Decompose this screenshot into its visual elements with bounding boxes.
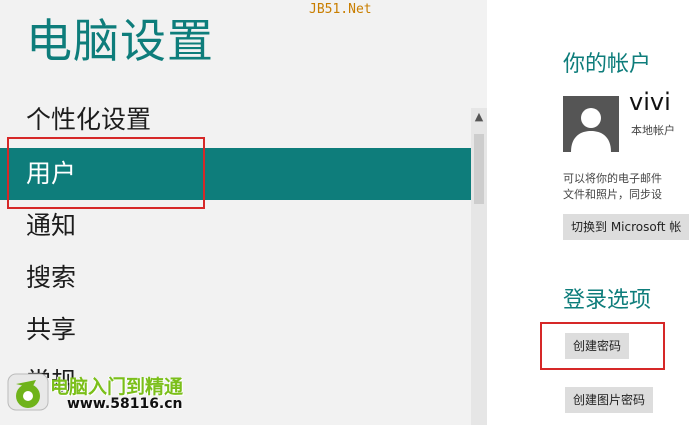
account-type-label: 本地帐户 <box>631 124 675 137</box>
switch-microsoft-account-button[interactable]: 切换到 Microsoft 帐 <box>563 214 690 240</box>
highlight-box-create-password <box>540 322 665 370</box>
watermark-site-title: 电脑入门到精通 <box>50 376 184 398</box>
chevron-up-icon[interactable]: ▲ <box>471 108 487 126</box>
sidebar-item-share[interactable]: 共享 <box>0 304 471 356</box>
account-description-line1: 可以将你的电子邮件 <box>563 172 662 185</box>
scrollbar-thumb[interactable] <box>474 134 484 204</box>
your-account-title: 你的帐户 <box>563 52 652 77</box>
login-options-title: 登录选项 <box>563 288 652 313</box>
user-name: vivi <box>629 88 671 116</box>
page-title: 电脑设置 <box>26 14 214 68</box>
watermark-top: JB51.Net <box>309 2 372 17</box>
highlight-box-users <box>7 137 205 209</box>
account-description-line2: 文件和照片，同步设 <box>563 188 662 201</box>
account-pane: 你的帐户 vivi 本地帐户 可以将你的电子邮件 文件和照片，同步设 切换到 M… <box>487 0 693 425</box>
site-logo-icon <box>7 373 49 411</box>
settings-nav-pane: 电脑设置 个性化设置 用户 通知 搜索 共享 常规 ▲ 电脑入门到精通 www.… <box>0 0 487 425</box>
avatar <box>563 96 619 152</box>
create-picture-password-button[interactable]: 创建图片密码 <box>565 387 654 413</box>
watermark-site-url: www.58116.cn <box>67 396 183 412</box>
sidebar-item-search[interactable]: 搜索 <box>0 252 471 304</box>
sidebar-scrollbar[interactable]: ▲ <box>471 108 487 425</box>
user-silhouette-icon <box>571 108 611 152</box>
